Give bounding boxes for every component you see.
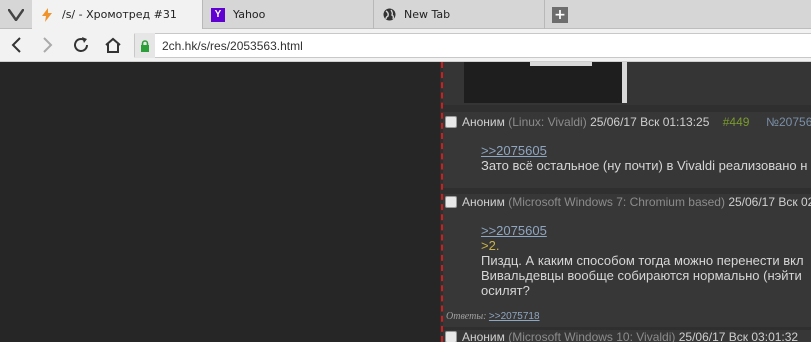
tab-title: Yahoo bbox=[233, 8, 266, 21]
post: Аноним (Microsoft Windows 10: Vivaldi) 2… bbox=[443, 330, 811, 342]
thread-highlight-line bbox=[441, 62, 443, 342]
quote-text: >2. bbox=[481, 238, 500, 253]
post-text: Пиздц. А каким способом тогда можно пере… bbox=[481, 253, 804, 268]
post-image-thumbnail[interactable] bbox=[464, 62, 622, 103]
forward-button[interactable] bbox=[37, 34, 59, 56]
url-field[interactable]: 2ch.hk/s/res/2053563.html bbox=[134, 33, 811, 58]
post-checkbox[interactable] bbox=[445, 116, 457, 128]
post-date: 25/06/17 Вск 01:13:25 bbox=[590, 115, 710, 129]
post-header: Аноним (Microsoft Windows 10: Vivaldi) 2… bbox=[445, 330, 798, 342]
address-bar: 2ch.hk/s/res/2053563.html bbox=[0, 29, 811, 62]
answers-label: Ответы: bbox=[446, 311, 487, 322]
yahoo-icon: Y bbox=[211, 7, 225, 22]
tab-title: /s/ - Хромотред #31 bbox=[62, 8, 177, 21]
post-text: осилят? bbox=[481, 283, 530, 298]
tab-new-tab[interactable]: New Tab bbox=[374, 0, 545, 29]
post-text: Вивальдевцы вообще собираются нормально … bbox=[481, 268, 802, 283]
post-client: (Microsoft Windows 7: Chromium based) bbox=[508, 195, 725, 209]
reload-icon bbox=[74, 37, 88, 52]
reply-link[interactable]: >>2075605 bbox=[481, 223, 804, 238]
url-text: 2ch.hk/s/res/2053563.html bbox=[162, 38, 303, 53]
post-date: 25/06/17 Вск 03:01:32 bbox=[678, 330, 799, 342]
post: Аноним (Linux: Vivaldi) 25/06/17 Вск 01:… bbox=[443, 112, 811, 188]
back-arrow-icon bbox=[11, 37, 21, 53]
lock-icon[interactable] bbox=[135, 33, 155, 58]
globe-icon bbox=[382, 8, 396, 22]
tab-khromotred[interactable]: /s/ - Хромотред #31 bbox=[32, 0, 203, 29]
home-icon bbox=[105, 37, 121, 53]
new-tab-button[interactable]: + bbox=[552, 7, 568, 23]
post-id-link[interactable]: №20756 bbox=[766, 115, 811, 129]
back-button[interactable] bbox=[5, 34, 27, 56]
post-answers: Ответы: >>2075718 bbox=[446, 311, 540, 322]
post-date: 25/06/17 Вск 02 bbox=[728, 195, 811, 209]
answer-link[interactable]: >>2075718 bbox=[489, 311, 540, 322]
post-number: #449 bbox=[722, 115, 750, 129]
post-client: (Linux: Vivaldi) bbox=[508, 115, 587, 129]
post-header: Аноним (Linux: Vivaldi) 25/06/17 Вск 01:… bbox=[445, 115, 811, 129]
tab-bar: /s/ - Хромотред #31 Y Yahoo New Tab + bbox=[0, 0, 811, 29]
vivaldi-bolt-icon bbox=[40, 7, 54, 22]
vivaldi-menu-button[interactable] bbox=[0, 0, 32, 29]
post-text: Зато всё остальное (ну почти) в Vivaldi … bbox=[481, 158, 808, 173]
post-body: >>2075605 Зато всё остальное (ну почти) … bbox=[481, 143, 807, 173]
post-checkbox[interactable] bbox=[445, 331, 457, 342]
page-content: Аноним (Linux: Vivaldi) 25/06/17 Вск 01:… bbox=[0, 62, 811, 342]
image-border bbox=[622, 62, 627, 103]
tab-yahoo[interactable]: Y Yahoo bbox=[203, 0, 374, 29]
home-button[interactable] bbox=[102, 34, 124, 56]
post-author: Аноним bbox=[462, 330, 505, 342]
forward-arrow-icon bbox=[43, 37, 53, 53]
post-checkbox[interactable] bbox=[445, 196, 457, 208]
reply-link[interactable]: >>2075605 bbox=[481, 143, 807, 158]
post-body: >>2075605 >2. Пиздц. А каким способом то… bbox=[481, 223, 804, 298]
post-author: Аноним bbox=[462, 195, 505, 209]
post: Аноним (Microsoft Windows 7: Chromium ba… bbox=[443, 194, 811, 327]
reload-button[interactable] bbox=[70, 34, 92, 56]
post-author: Аноним bbox=[462, 115, 505, 129]
post-header: Аноним (Microsoft Windows 7: Chromium ba… bbox=[445, 195, 811, 209]
vivaldi-logo-icon bbox=[8, 8, 24, 21]
post-client: (Microsoft Windows 10: Vivaldi) bbox=[508, 330, 676, 342]
tab-title: New Tab bbox=[404, 8, 451, 21]
